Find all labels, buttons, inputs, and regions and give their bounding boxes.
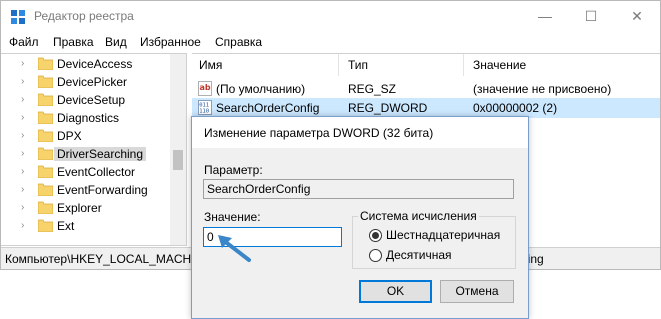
base-group-label: Система исчисления	[358, 209, 479, 223]
chevron-right-icon[interactable]: ›	[21, 112, 31, 124]
tree-item[interactable]: › Diagnostics	[1, 109, 173, 127]
reg-dword-icon: 011 110	[198, 100, 212, 115]
tree-item[interactable]: › DeviceAccess	[1, 55, 173, 73]
folder-icon	[38, 129, 53, 142]
tree-item-selected[interactable]: › DriverSearching	[1, 145, 173, 163]
folder-icon	[38, 147, 53, 160]
tree-item[interactable]: › Explorer	[1, 199, 173, 217]
folder-icon	[38, 57, 53, 70]
value-name: (По умолчанию)	[216, 82, 306, 96]
maximize-button[interactable]: ☐	[568, 1, 614, 31]
tree-item-label: DevicePicker	[57, 75, 128, 89]
chevron-right-icon[interactable]: ›	[21, 76, 31, 88]
folder-icon	[38, 201, 53, 214]
value-row-selected[interactable]: 011 110 SearchOrderConfig REG_DWORD 0x00…	[192, 98, 660, 118]
value-type: REG_DWORD	[348, 101, 428, 115]
close-button[interactable]: ✕	[614, 1, 660, 31]
chevron-right-icon[interactable]: ›	[21, 130, 31, 142]
tree-item-label: DeviceSetup	[57, 93, 126, 107]
value-row[interactable]: ab (По умолчанию) REG_SZ (значение не пр…	[192, 79, 660, 99]
tree-item-label: DriverSearching	[54, 147, 147, 161]
svg-text:110: 110	[199, 109, 209, 115]
reg-sz-icon: ab	[198, 81, 212, 96]
title-bar: Редактор реестра — ☐ ✕	[1, 1, 660, 32]
chevron-right-icon[interactable]: ›	[21, 94, 31, 106]
chevron-right-icon[interactable]: ›	[21, 58, 31, 70]
menu-help[interactable]: Справка	[215, 35, 262, 49]
param-name-field: SearchOrderConfig	[203, 179, 514, 199]
tree-item[interactable]: › DevicePicker	[1, 73, 173, 91]
status-path: Компьютер\HKEY_LOCAL_MACHIN	[5, 252, 204, 266]
value-data: (значение не присвоено)	[473, 82, 612, 96]
value-data: 0x00000002 (2)	[473, 101, 558, 115]
tree-item-label: EventCollector	[57, 165, 136, 179]
tree-scrollbar[interactable]	[170, 54, 186, 245]
value-type: REG_SZ	[348, 82, 397, 96]
folder-icon	[38, 93, 53, 106]
tree-item[interactable]: › EventForwarding	[1, 181, 173, 199]
menu-view[interactable]: Вид	[105, 35, 127, 49]
param-label: Параметр:	[204, 163, 263, 177]
menu-file[interactable]: Файл	[9, 35, 39, 49]
chevron-right-icon[interactable]: ›	[21, 184, 31, 196]
tree-item-label: DeviceAccess	[57, 57, 133, 71]
column-divider[interactable]	[463, 54, 464, 76]
tree-item-label: Diagnostics	[57, 111, 120, 125]
radio-hexadecimal-label[interactable]: Шестнадцатеричная	[386, 228, 500, 242]
dialog-title: Изменение параметра DWORD (32 бита)	[204, 126, 434, 140]
tree-item-label: DPX	[57, 129, 82, 143]
tree-item[interactable]: › DPX	[1, 127, 173, 145]
menu-favorites[interactable]: Избранное	[140, 35, 201, 49]
tree-item-label: Ext	[57, 219, 75, 233]
chevron-right-icon[interactable]: ›	[21, 166, 31, 178]
cancel-button[interactable]: Отмена	[440, 280, 514, 303]
value-label: Значение:	[204, 210, 261, 224]
registry-editor-icon	[11, 10, 25, 24]
folder-icon	[38, 165, 53, 178]
folder-icon	[38, 111, 53, 124]
column-divider[interactable]	[338, 54, 339, 76]
pointer-arrow-icon	[218, 235, 251, 262]
chevron-right-icon[interactable]: ›	[21, 148, 31, 160]
column-header-value[interactable]: Значение	[473, 58, 526, 72]
folder-icon	[38, 183, 53, 196]
svg-text:ab: ab	[200, 83, 211, 92]
radio-decimal[interactable]	[369, 249, 382, 262]
dialog-title-bar[interactable]: Изменение параметра DWORD (32 бита)	[192, 117, 528, 148]
menu-bar: Файл Правка Вид Избранное Справка	[1, 32, 660, 52]
menu-edit[interactable]: Правка	[53, 35, 94, 49]
tree-item[interactable]: › Ext	[1, 217, 173, 235]
scrollbar-thumb[interactable]	[173, 150, 183, 170]
folder-icon	[38, 219, 53, 232]
radio-hexadecimal[interactable]	[369, 229, 382, 242]
chevron-right-icon[interactable]: ›	[21, 220, 31, 232]
radio-decimal-label[interactable]: Десятичная	[386, 248, 452, 262]
tree-item[interactable]: › EventCollector	[1, 163, 173, 181]
ok-button[interactable]: OK	[359, 280, 432, 303]
minimize-button[interactable]: —	[522, 1, 568, 31]
window-title: Редактор реестра	[34, 9, 134, 23]
value-name: SearchOrderConfig	[216, 101, 320, 115]
folder-icon	[38, 75, 53, 88]
column-header-type[interactable]: Тип	[348, 58, 368, 72]
chevron-right-icon[interactable]: ›	[21, 202, 31, 214]
tree-item-label: Explorer	[57, 201, 102, 215]
tree-item-label: EventForwarding	[57, 183, 148, 197]
tree-item[interactable]: › DeviceSetup	[1, 91, 173, 109]
registry-tree[interactable]: › DeviceAccess › DevicePicker › DeviceSe…	[1, 53, 187, 246]
edit-dword-dialog: Изменение параметра DWORD (32 бита) Пара…	[191, 116, 529, 319]
column-header-name[interactable]: Имя	[199, 58, 222, 72]
